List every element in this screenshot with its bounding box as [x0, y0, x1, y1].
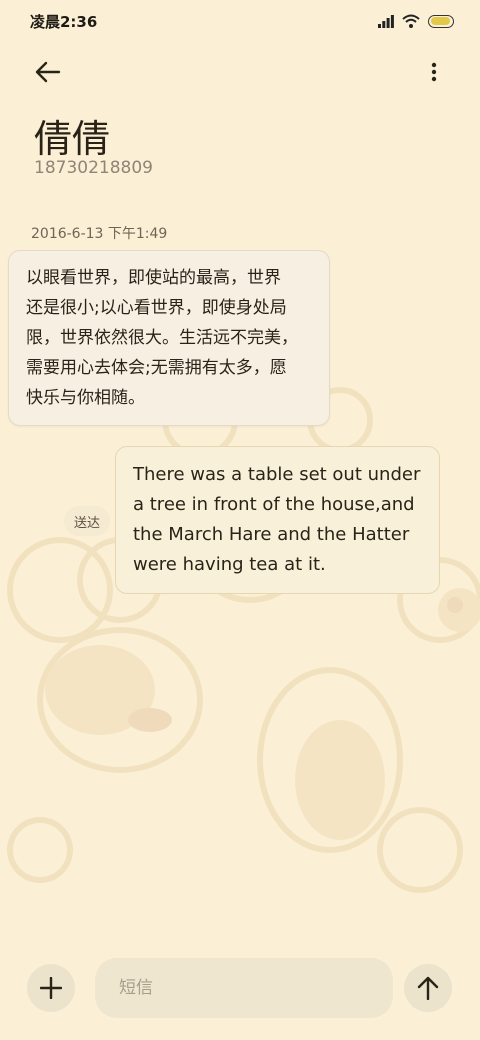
arrow-up-icon — [417, 976, 439, 1000]
send-button[interactable] — [404, 964, 452, 1012]
message-line: 以眼看世界，即使站的最高，世界 — [26, 268, 281, 288]
arrow-left-icon — [35, 61, 61, 83]
plus-icon — [40, 977, 62, 999]
message-line: a tree in front of the house,and — [133, 494, 415, 515]
signal-icon — [378, 14, 394, 28]
composer-bar — [0, 934, 480, 1040]
delivery-status: 送达 — [64, 506, 110, 536]
message-line: 需要用心去体会;无需拥有太多，愿 — [26, 358, 287, 378]
message-timestamp: 2016-6-13 下午1:49 — [31, 226, 168, 242]
status-bar: 凌晨2:36 — [0, 0, 480, 42]
more-options-button[interactable] — [422, 54, 446, 90]
status-icons — [378, 14, 454, 28]
status-time: 凌晨2:36 — [30, 12, 98, 31]
contact-name: 倩倩 — [34, 117, 111, 161]
contact-phone: 18730218809 — [34, 158, 153, 178]
incoming-message-bubble[interactable]: 以眼看世界，即使站的最高，世界 还是很小;以心看世界，即使身处局 限，世界依然很… — [8, 250, 330, 426]
message-line: 快乐与你相随。 — [26, 388, 145, 408]
message-line: 还是很小;以心看世界，即使身处局 — [26, 298, 287, 318]
add-attachment-button[interactable] — [27, 964, 75, 1012]
more-vertical-icon — [431, 62, 437, 82]
message-input[interactable] — [95, 958, 393, 1018]
outgoing-message-bubble[interactable]: There was a table set out under a tree i… — [115, 446, 440, 594]
top-bar — [0, 50, 480, 90]
back-button[interactable] — [30, 54, 66, 90]
message-line: 限，世界依然很大。生活远不完美， — [26, 328, 298, 348]
message-line: were having tea at it. — [133, 554, 326, 575]
battery-icon — [428, 14, 454, 28]
message-line: There was a table set out under — [133, 464, 421, 485]
message-line: the March Hare and the Hatter — [133, 524, 410, 545]
wifi-icon — [402, 14, 420, 28]
battery-level — [430, 17, 451, 25]
